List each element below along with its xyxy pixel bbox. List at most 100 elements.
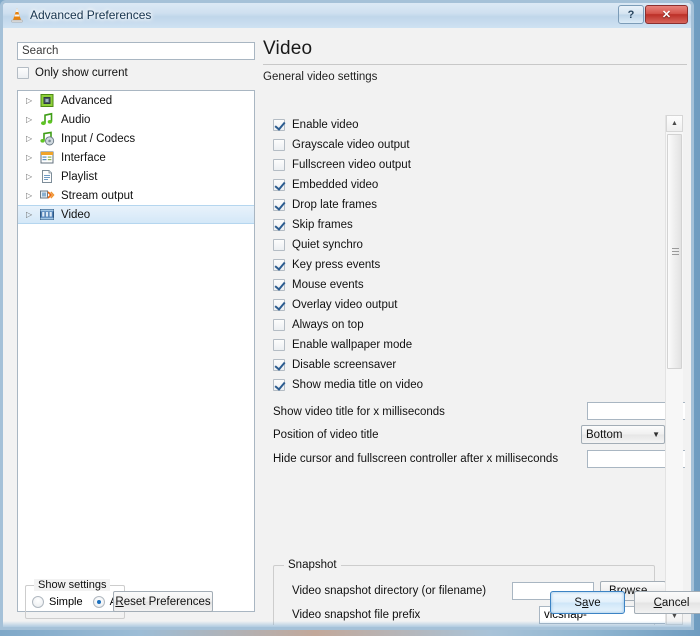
page-title: Video	[263, 38, 313, 59]
title-duration-row: Show video title for x milliseconds ▲ ▼	[261, 401, 685, 422]
expand-chevron-icon[interactable]: ▷	[26, 210, 39, 219]
close-button[interactable]: ✕	[645, 5, 688, 24]
checkbox-row[interactable]: Embedded video	[261, 175, 685, 195]
help-button[interactable]: ?	[618, 5, 644, 24]
checkbox-row[interactable]: Fullscreen video output	[261, 155, 685, 175]
content-scrollbar[interactable]: ▲ ▼	[665, 115, 683, 625]
disable-screensaver-checkbox[interactable]	[273, 359, 285, 371]
reset-mnemonic: R	[115, 595, 124, 608]
checkbox-label: Overlay video output	[292, 299, 398, 311]
search-input[interactable]	[17, 42, 255, 60]
sidebar-item-label: Advanced	[61, 94, 113, 107]
checkbox-row[interactable]: Grayscale video output	[261, 135, 685, 155]
window-controls: ? ✕	[617, 5, 688, 25]
hide-cursor-row: Hide cursor and fullscreen controller af…	[261, 447, 685, 471]
sidebar-item-interface[interactable]: ▷ Interface	[18, 148, 254, 167]
mouse-events-checkbox[interactable]	[273, 279, 285, 291]
checkbox-label: Drop late frames	[292, 199, 378, 211]
show-settings-label: Show settings	[34, 579, 111, 591]
checkbox-label: Grayscale video output	[292, 139, 410, 151]
scrollbar-grip-icon	[672, 247, 679, 256]
section-label: General video settings	[263, 71, 378, 83]
title-duration-stepper[interactable]: ▲ ▼	[587, 402, 685, 420]
settings-tree[interactable]: ▷ Advanced ▷ Audio ▷ Input / Codecs ▷ In…	[17, 90, 255, 612]
sidebar-item-stream-output[interactable]: ▷ Stream output	[18, 186, 254, 205]
expand-chevron-icon[interactable]: ▷	[26, 172, 39, 181]
checkbox-label: Disable screensaver	[292, 359, 397, 371]
advanced-icon	[39, 93, 55, 108]
checkbox-row[interactable]: Drop late frames	[261, 195, 685, 215]
sidebar-item-input-codecs[interactable]: ▷ Input / Codecs	[18, 129, 254, 148]
expand-chevron-icon[interactable]: ▷	[26, 115, 39, 124]
hide-cursor-stepper[interactable]: ▲ ▼	[587, 450, 685, 468]
title-position-value: Bottom	[586, 428, 623, 441]
checkbox-label: Enable wallpaper mode	[292, 339, 413, 351]
always-on-top-checkbox[interactable]	[273, 319, 285, 331]
grayscale-video-output-checkbox[interactable]	[273, 139, 285, 151]
expand-chevron-icon[interactable]: ▷	[26, 191, 39, 200]
window-bottom-edge	[3, 621, 691, 627]
drop-late-frames-checkbox[interactable]	[273, 199, 285, 211]
checkbox-label: Skip frames	[292, 219, 353, 231]
preferences-window: Advanced Preferences ? ✕ Only show curre…	[0, 0, 700, 630]
sidebar-item-label: Input / Codecs	[61, 132, 136, 145]
save-button[interactable]: Sa ve	[550, 591, 625, 614]
checkbox-row[interactable]: Always on top	[261, 315, 685, 335]
sidebar-item-playlist[interactable]: ▷ Playlist	[18, 167, 254, 186]
sidebar: Only show current ▷ Advanced ▷	[17, 42, 255, 612]
checkbox-row[interactable]: Mouse events	[261, 275, 685, 295]
checkbox-row[interactable]: Enable wallpaper mode	[261, 335, 685, 355]
show-media-title-checkbox[interactable]	[273, 379, 285, 391]
enable-wallpaper-mode-checkbox[interactable]	[273, 339, 285, 351]
playlist-icon	[39, 169, 55, 184]
sidebar-item-video[interactable]: ▷ Video	[18, 205, 254, 224]
checkbox-label: Key press events	[292, 259, 381, 271]
title-bar: Advanced Preferences ? ✕	[3, 3, 691, 29]
simple-radio[interactable]	[32, 596, 44, 608]
sidebar-item-label: Stream output	[61, 189, 134, 202]
chevron-down-icon[interactable]: ▼	[652, 430, 660, 439]
only-show-current-row[interactable]: Only show current	[17, 67, 128, 79]
scrollbar-thumb[interactable]	[667, 134, 682, 369]
quiet-synchro-checkbox[interactable]	[273, 239, 285, 251]
checkbox-row[interactable]: Enable video	[261, 115, 685, 135]
checkbox-row[interactable]: Skip frames	[261, 215, 685, 235]
key-press-events-checkbox[interactable]	[273, 259, 285, 271]
checkbox-row[interactable]: Key press events	[261, 255, 685, 275]
expand-chevron-icon[interactable]: ▷	[26, 134, 39, 143]
enable-video-checkbox[interactable]	[273, 119, 285, 131]
title-duration-label: Show video title for x milliseconds	[273, 405, 445, 418]
sidebar-item-audio[interactable]: ▷ Audio	[18, 110, 254, 129]
expand-chevron-icon[interactable]: ▷	[26, 153, 39, 162]
checkbox-label: Show media title on video	[292, 379, 424, 391]
checkbox-label: Embedded video	[292, 179, 379, 191]
scroll-up-icon[interactable]: ▲	[666, 115, 683, 132]
title-position-select[interactable]: Bottom ▼	[581, 425, 665, 444]
checkbox-label: Mouse events	[292, 279, 364, 291]
show-settings-group: Show settings Simple All	[25, 579, 125, 619]
sidebar-item-label: Video	[61, 208, 91, 221]
reset-preferences-button[interactable]: Reset Preferences	[113, 591, 213, 612]
checkbox-row[interactable]: Quiet synchro	[261, 235, 685, 255]
embedded-video-checkbox[interactable]	[273, 179, 285, 191]
checkbox-row[interactable]: Overlay video output	[261, 295, 685, 315]
checkbox-row[interactable]: Disable screensaver	[261, 355, 685, 375]
fullscreen-video-output-checkbox[interactable]	[273, 159, 285, 171]
title-divider	[263, 64, 687, 65]
interface-icon	[39, 150, 55, 165]
checkbox-label: Quiet synchro	[292, 239, 363, 251]
checkbox-row[interactable]: Show media title on video	[261, 375, 685, 395]
overlay-video-output-checkbox[interactable]	[273, 299, 285, 311]
skip-frames-checkbox[interactable]	[273, 219, 285, 231]
only-show-current-checkbox[interactable]	[17, 67, 29, 79]
expand-chevron-icon[interactable]: ▷	[26, 96, 39, 105]
client-area: Only show current ▷ Advanced ▷	[3, 28, 700, 627]
cancel-label-rest: ancel	[661, 596, 690, 609]
reset-label-rest: eset Preferences	[123, 595, 211, 608]
sidebar-item-label: Audio	[61, 113, 91, 126]
hide-cursor-label: Hide cursor and fullscreen controller af…	[273, 453, 559, 465]
cancel-button[interactable]: Cancel	[634, 591, 700, 614]
cancel-mnemonic: C	[653, 596, 662, 609]
sidebar-item-advanced[interactable]: ▷ Advanced	[18, 91, 254, 110]
all-radio[interactable]	[92, 596, 105, 608]
